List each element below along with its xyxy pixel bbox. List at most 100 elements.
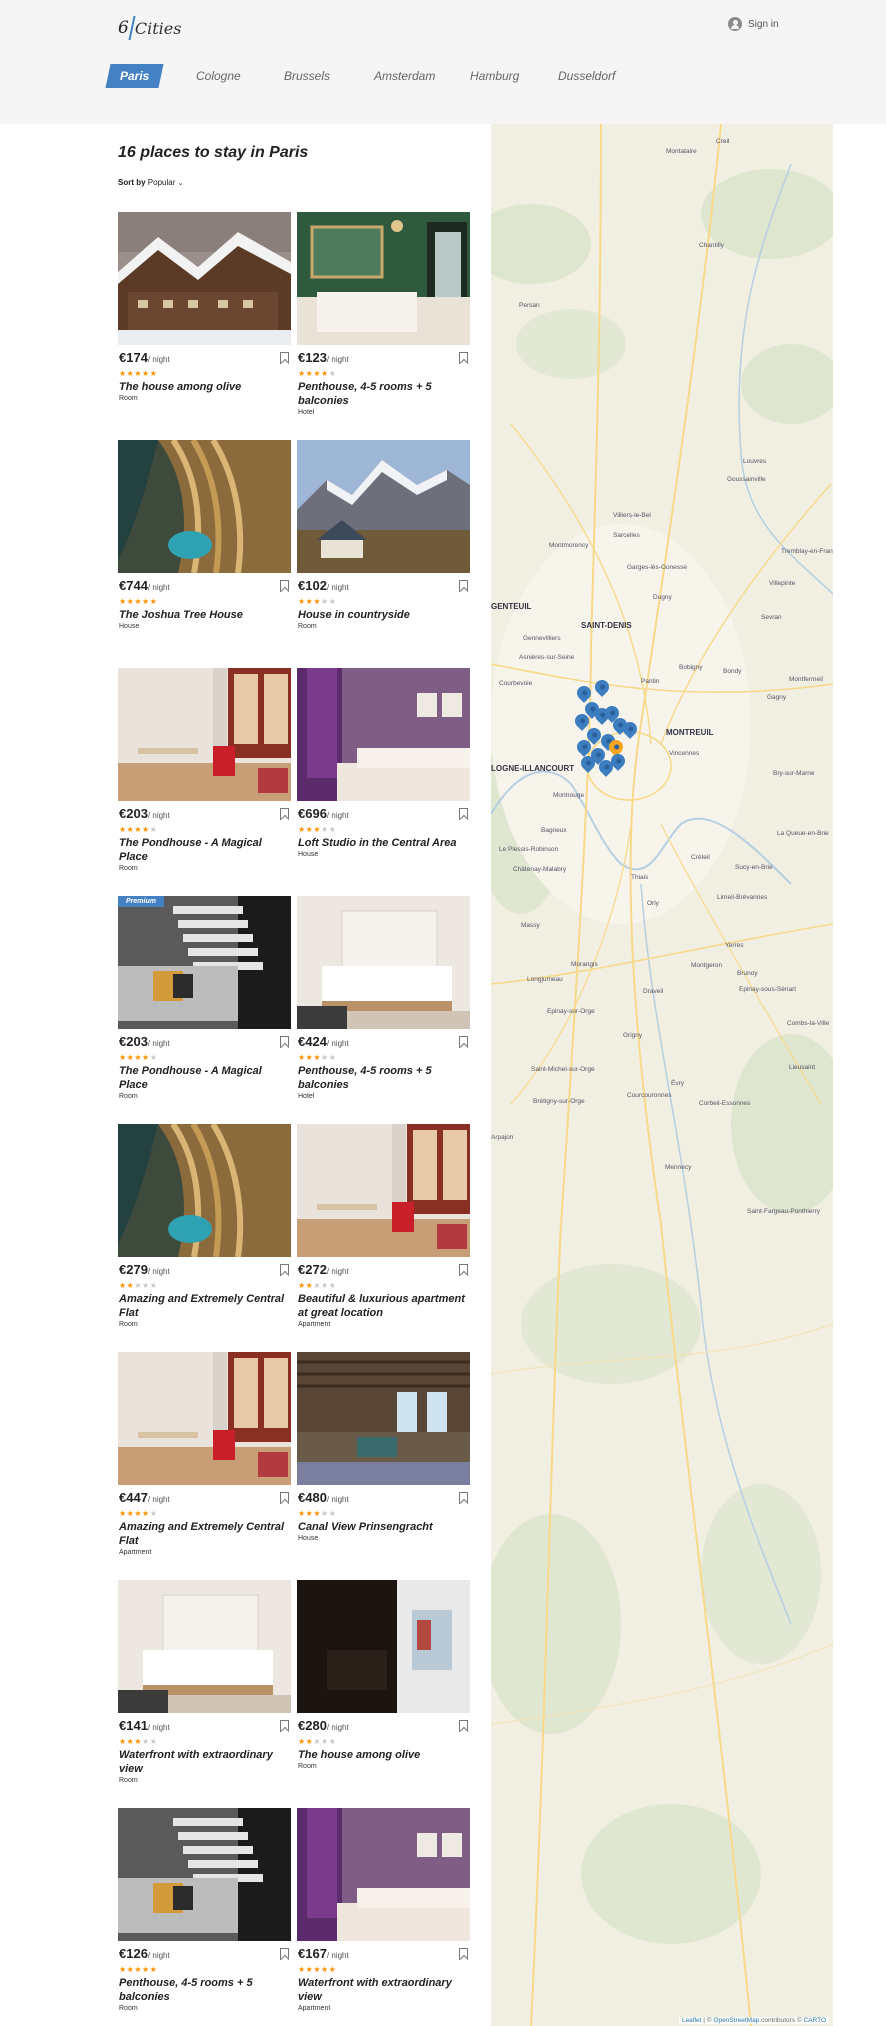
star-icon: ★ — [321, 825, 329, 834]
star-icon: ★ — [328, 825, 337, 834]
bookmark-icon[interactable] — [459, 1720, 468, 1732]
bookmark-icon[interactable] — [459, 352, 468, 364]
star-icon: ★ — [328, 1509, 337, 1518]
place-name[interactable]: The house among olive — [119, 380, 289, 394]
place-name[interactable]: The Pondhouse - A Magical Place — [119, 1064, 289, 1092]
bookmark-icon[interactable] — [459, 1264, 468, 1276]
bookmark-icon[interactable] — [280, 1264, 289, 1276]
place-name[interactable]: Waterfront with extraordinary view — [119, 1748, 289, 1776]
tab-paris[interactable]: Paris — [105, 64, 164, 88]
bright-living-room-photo[interactable] — [297, 1124, 470, 1257]
place-name[interactable]: House in countryside — [298, 608, 468, 622]
star-icon: ★ — [119, 1509, 127, 1518]
bookmark-icon[interactable] — [280, 808, 289, 820]
price-per-night: / night — [147, 583, 170, 592]
map-place-label: Longjumeau — [527, 976, 563, 983]
place-price: €203/ night — [119, 805, 170, 823]
price-per-night: / night — [326, 1951, 349, 1960]
place-name[interactable]: Waterfront with extraordinary view — [298, 1976, 468, 2004]
price-value: €203 — [119, 806, 148, 821]
place-name[interactable]: Loft Studio in the Central Area — [298, 836, 468, 850]
price-value: €447 — [119, 1490, 148, 1505]
bookmark-icon[interactable] — [280, 1492, 289, 1504]
tab-hamburg[interactable]: Hamburg — [460, 64, 529, 88]
place-type: Room — [119, 395, 138, 402]
osm-link[interactable]: OpenStreetMap — [713, 2017, 759, 2024]
tab-cologne[interactable]: Cologne — [186, 64, 251, 88]
aerial-resort-photo[interactable] — [118, 440, 291, 573]
place-name[interactable]: Penthouse, 4-5 rooms + 5 balconies — [298, 380, 468, 408]
purple-bedroom-photo[interactable] — [297, 1808, 470, 1941]
rating-stars: ★★★★★ — [298, 1053, 336, 1062]
sort-value: Popular — [147, 178, 176, 187]
page-header: 6 Cities Sign in Paris Cologne Brussels … — [0, 0, 886, 124]
bookmark-icon[interactable] — [459, 1492, 468, 1504]
bookmark-icon[interactable] — [280, 580, 289, 592]
bookmark-icon[interactable] — [459, 1036, 468, 1048]
star-icon: ★ — [134, 597, 143, 606]
bookmark-icon[interactable] — [280, 1948, 289, 1960]
map-place-label: Goussainville — [727, 476, 766, 483]
bookmark-icon[interactable] — [459, 808, 468, 820]
place-name[interactable]: Penthouse, 4-5 rooms + 5 balconies — [298, 1064, 468, 1092]
bright-living-room-photo[interactable] — [118, 1352, 291, 1485]
place-name[interactable]: Canal View Prinsengracht — [298, 1520, 468, 1534]
star-icon: ★ — [313, 369, 322, 378]
star-icon: ★ — [119, 1281, 127, 1290]
star-icon: ★ — [328, 1281, 337, 1290]
place-name[interactable]: Amazing and Extremely Central Flat — [119, 1520, 289, 1548]
place-name[interactable]: The Pondhouse - A Magical Place — [119, 836, 289, 864]
tab-amsterdam[interactable]: Amsterdam — [364, 64, 445, 88]
bookmark-icon[interactable] — [459, 1948, 468, 1960]
place-name[interactable]: Amazing and Extremely Central Flat — [119, 1292, 289, 1320]
logo[interactable]: 6 Cities — [118, 16, 181, 40]
dark-room-window-photo[interactable] — [297, 1580, 470, 1713]
map-place-label: Epinay-sur-Orge — [547, 1008, 595, 1015]
tab-dusseldorf[interactable]: Dusseldorf — [548, 64, 625, 88]
aerial-resort-photo[interactable] — [118, 1124, 291, 1257]
place-name[interactable]: Penthouse, 4-5 rooms + 5 balconies — [119, 1976, 289, 2004]
staircase-lounge-photo[interactable] — [118, 896, 291, 1029]
map-place-label: Bobigny — [679, 664, 703, 671]
white-bedroom-photo[interactable] — [297, 896, 470, 1029]
sign-in-label: Sign in — [748, 18, 779, 30]
bookmark-icon[interactable] — [459, 580, 468, 592]
price-per-night: / night — [326, 1267, 349, 1276]
mountain-house-photo[interactable] — [297, 440, 470, 573]
sign-in-link[interactable]: Sign in — [728, 17, 779, 31]
staircase-lounge-photo[interactable] — [118, 1808, 291, 1941]
purple-bedroom-photo[interactable] — [297, 668, 470, 801]
green-bedroom-photo[interactable] — [297, 212, 470, 345]
map-place-label: Epinay-sous-Sénart — [739, 986, 797, 993]
star-icon: ★ — [142, 369, 150, 378]
place-name[interactable]: The house among olive — [298, 1748, 468, 1762]
price-value: €167 — [298, 1946, 327, 1961]
map-place-label: Creil — [716, 138, 730, 145]
star-icon: ★ — [321, 1965, 329, 1974]
place-type: House — [298, 1535, 319, 1542]
map-place-label: Montgeron — [691, 962, 723, 969]
place-name[interactable]: Beautiful & luxurious apartment at great… — [298, 1292, 468, 1320]
place-type: Room — [119, 1321, 138, 1328]
carto-link[interactable]: CARTO — [803, 2017, 826, 2024]
map[interactable]: Montataire Creil Chantilly Persan Louvres Gou… — [491, 124, 833, 2026]
sort-control[interactable]: Sort by Popular ⌄ — [118, 178, 183, 187]
map-place-label: Montfermeil — [789, 676, 823, 683]
star-icon: ★ — [328, 1053, 337, 1062]
place-price: €447/ night — [119, 1489, 170, 1507]
rustic-interior-photo[interactable] — [297, 1352, 470, 1485]
bookmark-icon[interactable] — [280, 352, 289, 364]
leaflet-link[interactable]: Leaflet — [682, 2017, 702, 2024]
map-place-label: Brunoy — [737, 970, 758, 977]
bright-living-room-photo[interactable] — [118, 668, 291, 801]
white-bedroom-photo[interactable] — [118, 1580, 291, 1713]
tab-brussels[interactable]: Brussels — [274, 64, 340, 88]
bookmark-icon[interactable] — [280, 1036, 289, 1048]
snowy-chalet-photo[interactable] — [118, 212, 291, 345]
star-icon: ★ — [313, 1737, 322, 1746]
place-name[interactable]: The Joshua Tree House — [119, 608, 289, 622]
map-place-label: Sucy-en-Brie — [735, 864, 773, 871]
map-place-label: Orly — [647, 900, 659, 907]
bookmark-icon[interactable] — [280, 1720, 289, 1732]
place-price: €167/ night — [298, 1945, 349, 1963]
